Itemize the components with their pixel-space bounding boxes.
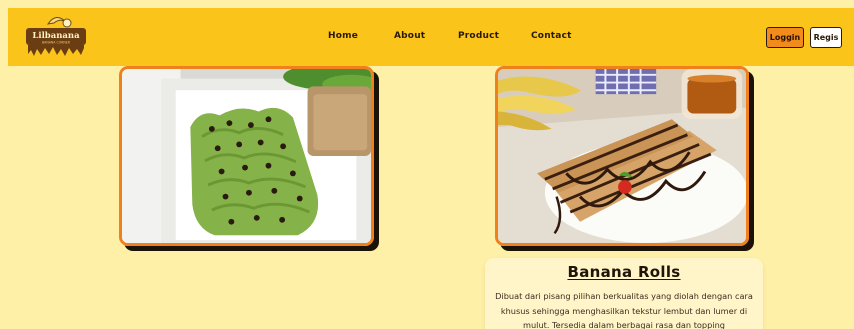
product-description: Dibuat dari pisang pilihan berkualitas y… [495, 291, 753, 329]
product-title: Banana Rolls [567, 263, 681, 281]
login-button[interactable]: Loggin [766, 27, 804, 48]
logo-tagline: BANANA CORNER [42, 41, 71, 45]
product-card: Banana Rolls Dibuat dari pisang pilihan … [485, 258, 763, 329]
nav-link-product[interactable]: Product [458, 31, 499, 41]
nav-link-about[interactable]: About [394, 31, 425, 41]
logo-text: Lilbanana [32, 31, 80, 41]
nav-link-home[interactable]: Home [328, 31, 358, 41]
product-image-green-rolls [119, 66, 374, 246]
brand-logo[interactable]: Lilbanana BANANA CORNER [24, 14, 88, 60]
navbar: Lilbanana BANANA CORNER Home About Produ… [8, 8, 854, 66]
register-button[interactable]: Regis [810, 27, 842, 48]
nav-link-contact[interactable]: Contact [531, 31, 572, 41]
product-image-banana-rolls [495, 66, 749, 246]
